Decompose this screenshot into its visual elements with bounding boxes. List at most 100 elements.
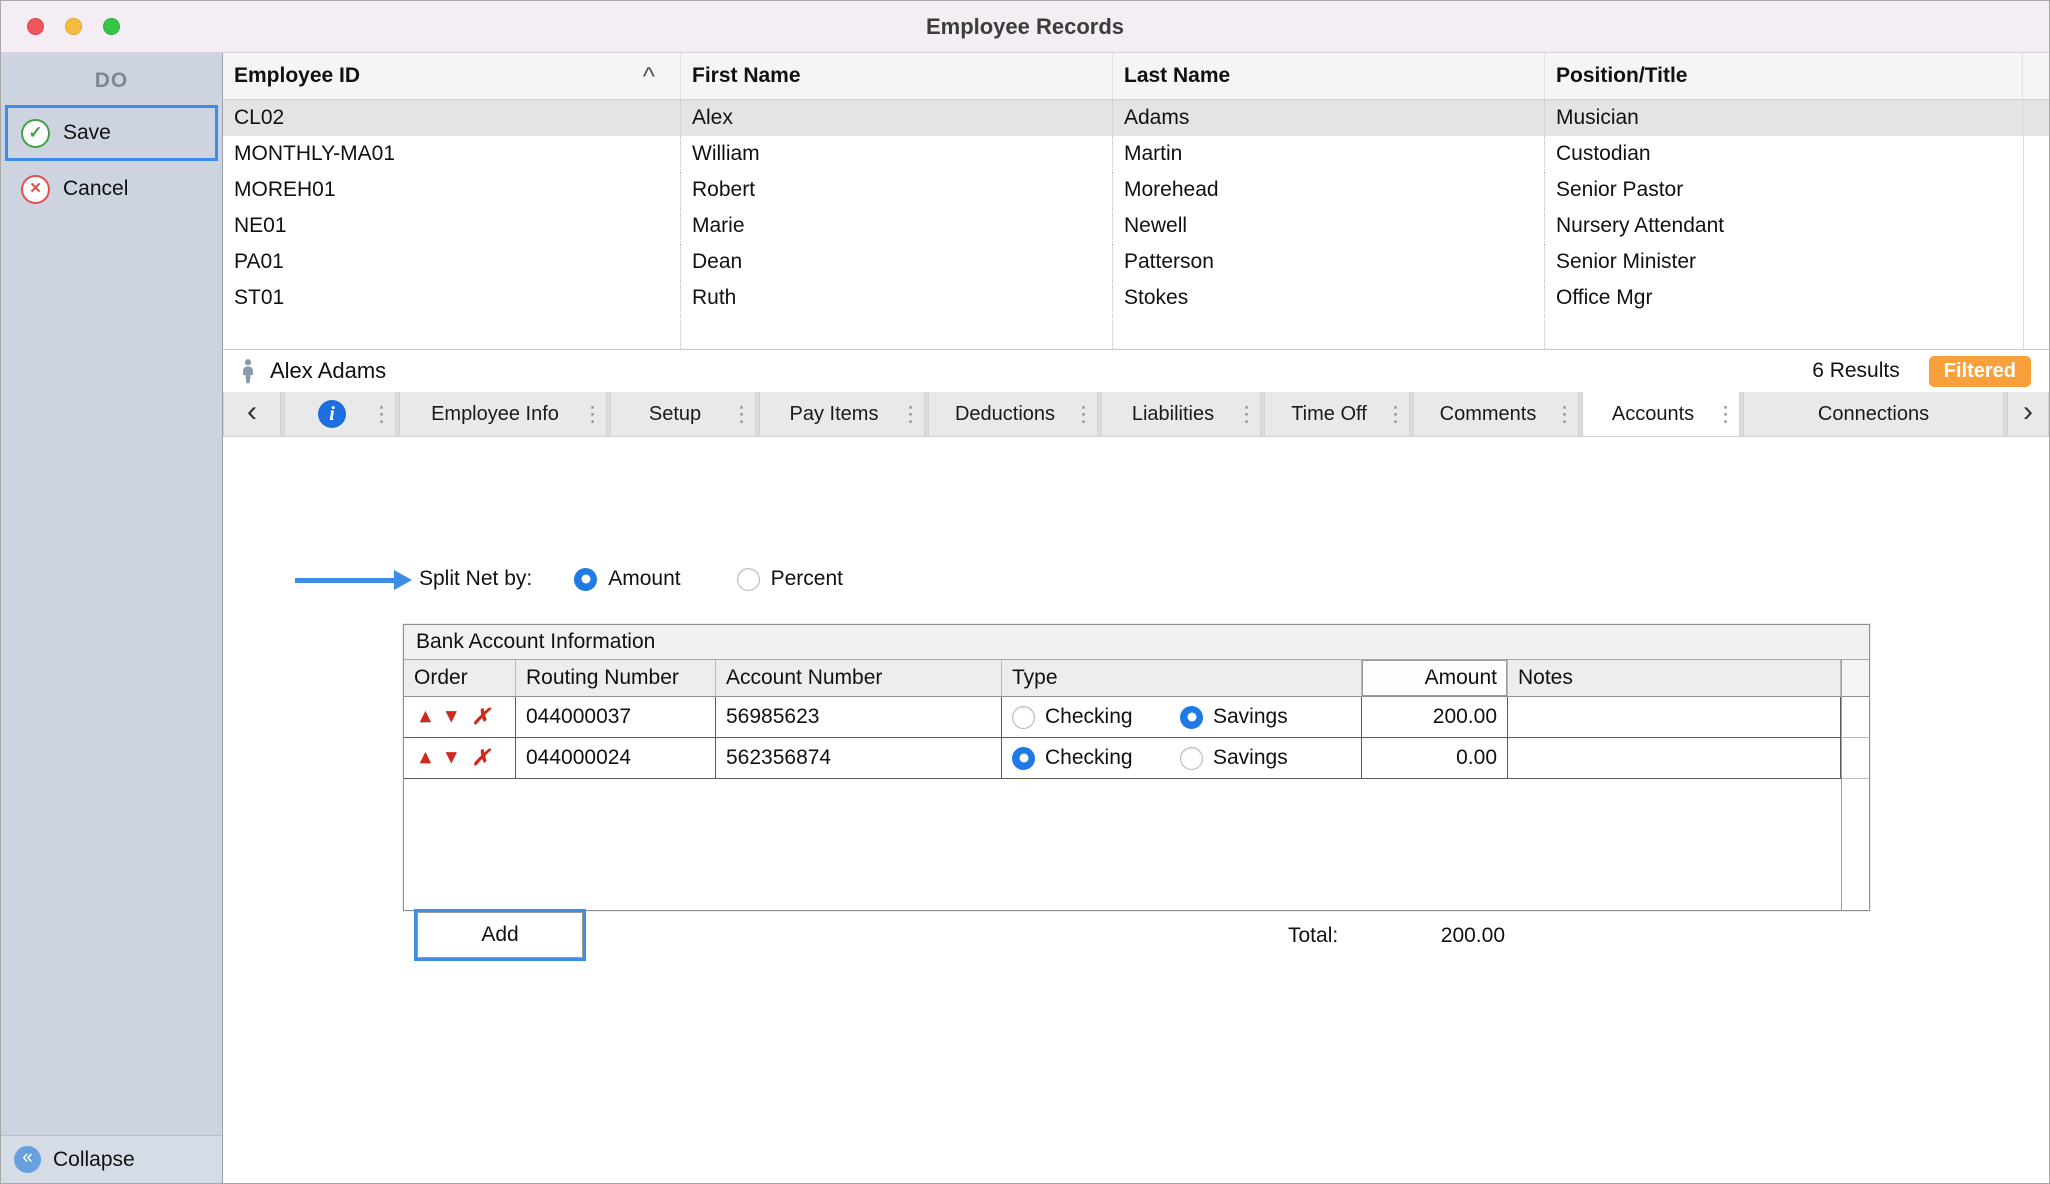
column-header-position[interactable]: Position/Title [1545, 53, 2023, 100]
cell-employee-id: NE01 [223, 208, 681, 244]
cell-employee-id: PA01 [223, 244, 681, 280]
amount-field[interactable]: 200.00 [1362, 697, 1508, 738]
savings-option[interactable]: Savings [1180, 705, 1288, 729]
notes-field[interactable] [1508, 738, 1841, 779]
table-scrollbar[interactable] [2023, 172, 2049, 208]
cell-first-name: William [681, 136, 1113, 172]
total-label: Total: [1288, 924, 1338, 948]
amount-field[interactable]: 0.00 [1362, 738, 1508, 779]
results-count: 6 Results [1812, 359, 1900, 383]
table-scrollbar[interactable] [2023, 100, 2049, 136]
table-scrollbar[interactable] [2023, 136, 2049, 172]
delete-row-icon[interactable]: ✗ [472, 704, 490, 730]
checking-option[interactable]: Checking [1012, 746, 1180, 770]
bank-scrollbar[interactable] [1841, 697, 1869, 738]
checking-radio[interactable] [1012, 747, 1035, 770]
cell-employee-id: MONTHLY-MA01 [223, 136, 681, 172]
close-window-button[interactable] [27, 18, 44, 35]
column-header-last-name[interactable]: Last Name [1113, 53, 1545, 100]
cell-employee-id: CL02 [223, 100, 681, 136]
move-up-icon[interactable]: ▲ [416, 747, 435, 769]
collapse-sidebar-button[interactable]: « Collapse [1, 1135, 222, 1183]
add-account-button[interactable]: Add [417, 912, 583, 958]
tab-pay-items[interactable]: Pay Items ⋮ [759, 392, 925, 436]
tab-menu-icon[interactable]: ⋮ [731, 402, 747, 426]
tab-deductions[interactable]: Deductions ⋮ [928, 392, 1098, 436]
cell-employee-id: ST01 [223, 280, 681, 316]
table-scrollbar[interactable] [2023, 244, 2049, 280]
employee-row[interactable]: NE01 Marie Newell Nursery Attendant [223, 208, 2049, 244]
employee-row[interactable]: ST01 Ruth Stokes Office Mgr [223, 280, 2049, 316]
person-icon [237, 357, 259, 385]
tab-menu-icon[interactable]: ⋮ [371, 402, 387, 426]
save-button[interactable]: ✓ Save [5, 105, 218, 161]
tab-menu-icon[interactable]: ⋮ [1385, 402, 1401, 426]
tab-comments[interactable]: Comments ⋮ [1413, 392, 1579, 436]
checking-radio[interactable] [1012, 706, 1035, 729]
table-scrollbar[interactable] [2023, 280, 2049, 316]
bank-box-title: Bank Account Information [404, 625, 1869, 660]
routing-number-field[interactable]: 044000037 [516, 697, 716, 738]
bank-column-order: Order [404, 660, 516, 697]
move-down-icon[interactable]: ▼ [442, 706, 461, 728]
account-number-field[interactable]: 562356874 [716, 738, 1002, 779]
column-header-first-name[interactable]: First Name [681, 53, 1113, 100]
tab-menu-icon[interactable]: ⋮ [582, 402, 598, 426]
cell-last-name: Patterson [1113, 244, 1545, 280]
cell-last-name: Adams [1113, 100, 1545, 136]
savings-radio[interactable] [1180, 706, 1203, 729]
delete-row-icon[interactable]: ✗ [472, 745, 490, 771]
tab-employee-info[interactable]: Employee Info ⋮ [399, 392, 607, 436]
employee-row[interactable]: MOREH01 Robert Morehead Senior Pastor [223, 172, 2049, 208]
tab-liabilities[interactable]: Liabilities ⋮ [1101, 392, 1261, 436]
column-header-employee-id[interactable]: Employee ID ^ [223, 53, 681, 100]
tab-menu-icon[interactable]: ⋮ [1554, 402, 1570, 426]
cell-last-name: Morehead [1113, 172, 1545, 208]
minimize-window-button[interactable] [65, 18, 82, 35]
tabs-scroll-left-button[interactable]: ‹ [223, 392, 281, 436]
routing-number-field[interactable]: 044000024 [516, 738, 716, 779]
bank-scrollbar[interactable] [1841, 738, 1869, 779]
tab-bar: ‹ i ⋮ Employee Info ⋮ Setup ⋮ Pay Items … [223, 392, 2049, 437]
cell-position: Senior Pastor [1545, 172, 2023, 208]
move-up-icon[interactable]: ▲ [416, 706, 435, 728]
zoom-window-button[interactable] [103, 18, 120, 35]
cell-first-name: Marie [681, 208, 1113, 244]
split-percent-option[interactable]: Percent [737, 567, 843, 591]
tab-time-off[interactable]: Time Off ⋮ [1264, 392, 1410, 436]
bank-table-header: Order Routing Number Account Number Type… [404, 660, 1869, 697]
savings-radio[interactable] [1180, 747, 1203, 770]
split-amount-option[interactable]: Amount [574, 567, 680, 591]
accounts-panel: Split Net by: Amount Percent Bank Accoun… [223, 437, 2049, 1183]
tab-info[interactable]: i ⋮ [284, 392, 396, 436]
savings-option[interactable]: Savings [1180, 746, 1288, 770]
cell-first-name: Ruth [681, 280, 1113, 316]
tab-menu-icon[interactable]: ⋮ [1715, 402, 1731, 426]
annotation-arrow [295, 578, 395, 583]
tab-menu-icon[interactable]: ⋮ [1073, 402, 1089, 426]
cell-first-name: Robert [681, 172, 1113, 208]
percent-radio[interactable] [737, 568, 760, 591]
employee-row[interactable]: CL02 Alex Adams Musician [223, 100, 2049, 136]
tab-accounts[interactable]: Accounts ⋮ [1582, 392, 1740, 436]
table-scrollbar[interactable] [2023, 208, 2049, 244]
tab-menu-icon[interactable]: ⋮ [1236, 402, 1252, 426]
account-number-field[interactable]: 56985623 [716, 697, 1002, 738]
bank-column-amount[interactable]: Amount [1362, 660, 1508, 697]
tabs-scroll-right-button[interactable]: › [2007, 392, 2049, 436]
notes-field[interactable] [1508, 697, 1841, 738]
tab-connections[interactable]: Connections [1743, 392, 2004, 436]
cell-position: Nursery Attendant [1545, 208, 2023, 244]
employee-row[interactable]: MONTHLY-MA01 William Martin Custodian [223, 136, 2049, 172]
cancel-button[interactable]: × Cancel [8, 163, 215, 215]
move-down-icon[interactable]: ▼ [442, 747, 461, 769]
amount-radio[interactable] [574, 568, 597, 591]
employee-row[interactable]: PA01 Dean Patterson Senior Minister [223, 244, 2049, 280]
filtered-badge[interactable]: Filtered [1929, 356, 2031, 387]
record-bar: Alex Adams 6 Results Filtered [223, 350, 2049, 392]
checking-option[interactable]: Checking [1012, 705, 1180, 729]
tab-menu-icon[interactable]: ⋮ [900, 402, 916, 426]
title-bar: Employee Records [1, 1, 2049, 53]
tab-setup[interactable]: Setup ⋮ [610, 392, 756, 436]
sort-ascending-icon: ^ [643, 71, 669, 81]
